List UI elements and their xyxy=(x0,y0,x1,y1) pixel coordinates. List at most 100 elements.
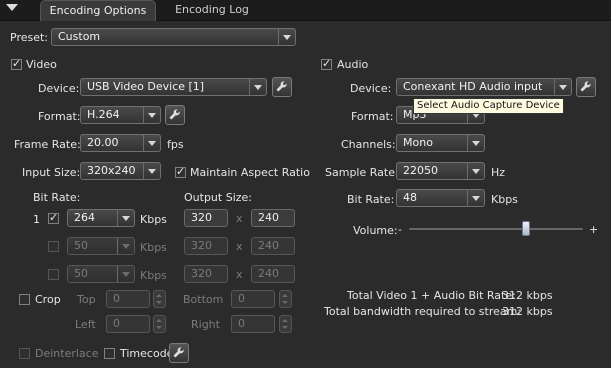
sample-rate-select[interactable]: 22050 xyxy=(396,162,485,180)
video-device-config-button[interactable] xyxy=(272,77,292,97)
stream-bitrate-select[interactable]: 264 xyxy=(67,209,135,227)
wrench-icon xyxy=(169,109,180,120)
check-icon: ✓ xyxy=(176,165,186,178)
audio-device-value: Conexant HD Audio input xyxy=(403,80,543,93)
stream-enable-checkbox[interactable] xyxy=(48,269,59,280)
chevron-down-icon xyxy=(117,210,134,226)
frame-rate-value: 20.00 xyxy=(87,136,119,149)
crop-left-label: Left xyxy=(75,318,96,331)
volume-slider-thumb[interactable] xyxy=(522,221,530,236)
stream-width-field[interactable]: 320 xyxy=(184,265,228,283)
audio-bit-rate-unit: Kbps xyxy=(491,193,518,206)
timecode-label: Timecode xyxy=(120,347,174,360)
input-size-value: 320x240 xyxy=(87,164,136,177)
sample-rate-unit: Hz xyxy=(491,166,506,179)
channels-select[interactable]: Mono xyxy=(396,134,485,152)
chevron-down-icon xyxy=(467,190,484,206)
stream-height-field[interactable]: 240 xyxy=(251,265,295,283)
video-format-config-button[interactable] xyxy=(165,105,185,125)
wrench-icon xyxy=(276,81,287,92)
output-size-header: Output Size: xyxy=(184,191,252,204)
stream-bitrate-value: 50 xyxy=(74,267,88,280)
stream-bitrate-select[interactable]: 50 xyxy=(67,237,135,255)
video-device-select[interactable]: USB Video Device [1] xyxy=(80,78,267,96)
video-device-value: USB Video Device [1] xyxy=(87,80,205,93)
video-enable-checkbox[interactable]: ✓ xyxy=(11,57,22,70)
total-bitrate-value: 312 kbps xyxy=(502,289,553,302)
preset-value: Custom xyxy=(58,30,101,43)
stream-enable-checkbox[interactable] xyxy=(48,241,59,252)
chevron-down-icon[interactable] xyxy=(6,4,18,11)
volume-plus: + xyxy=(589,223,599,236)
chevron-down-icon xyxy=(143,135,160,151)
dimension-separator: x xyxy=(236,212,243,225)
audio-device-label: Device: xyxy=(350,82,392,95)
crop-right-spinner[interactable] xyxy=(279,315,292,333)
audio-device-config-button[interactable] xyxy=(576,77,596,97)
audio-bit-rate-value: 48 xyxy=(403,191,417,204)
check-icon: ✓ xyxy=(322,57,332,70)
crop-bottom-label: Bottom xyxy=(183,293,224,306)
stream-enable-checkbox[interactable]: ✓ xyxy=(48,211,59,224)
chevron-down-icon xyxy=(249,79,266,95)
input-size-select[interactable]: 320x240 xyxy=(80,162,161,180)
bit-rate-header: Bit Rate: xyxy=(33,191,81,204)
bandwidth-value: 312 kbps xyxy=(502,305,553,318)
video-format-select[interactable]: H.264 xyxy=(80,106,161,124)
dimension-separator: x xyxy=(236,240,243,253)
frame-rate-unit: fps xyxy=(167,138,184,151)
stream-width-field[interactable]: 320 xyxy=(184,209,228,227)
dimension-separator: x xyxy=(236,268,243,281)
tab-encoding-options[interactable]: Encoding Options xyxy=(40,0,156,21)
stream-width-field[interactable]: 320 xyxy=(184,237,228,255)
timecode-config-button[interactable] xyxy=(169,343,189,363)
stream-bitrate-select[interactable]: 50 xyxy=(67,265,135,283)
check-icon: ✓ xyxy=(12,57,22,70)
crop-right-field[interactable]: 0 xyxy=(231,315,275,333)
chevron-down-icon xyxy=(554,79,571,95)
chevron-down-icon xyxy=(467,135,484,151)
deinterlace-label: Deinterlace xyxy=(35,347,99,360)
maintain-aspect-checkbox[interactable]: ✓ xyxy=(175,165,186,178)
chevron-down-icon xyxy=(117,266,134,282)
chevron-down-icon xyxy=(117,238,134,254)
stream-height-field[interactable]: 240 xyxy=(251,209,295,227)
crop-left-spinner[interactable] xyxy=(153,315,166,333)
audio-enable-checkbox[interactable]: ✓ xyxy=(321,57,332,70)
deinterlace-checkbox[interactable] xyxy=(19,348,30,359)
crop-label: Crop xyxy=(35,293,61,306)
maintain-aspect-label: Maintain Aspect Ratio xyxy=(190,166,310,179)
crop-top-spinner[interactable] xyxy=(153,290,166,308)
crop-bottom-field[interactable]: 0 xyxy=(231,290,275,308)
frame-rate-select[interactable]: 20.00 xyxy=(80,134,161,152)
audio-section-label: Audio xyxy=(337,58,369,71)
crop-top-field[interactable]: 0 xyxy=(106,290,150,308)
volume-slider-track[interactable] xyxy=(409,228,583,230)
video-format-value: H.264 xyxy=(87,108,120,121)
tab-encoding-log[interactable]: Encoding Log xyxy=(160,0,264,20)
volume-minus: - xyxy=(398,223,402,236)
audio-format-label: Format: xyxy=(351,110,394,123)
stream-bitrate-unit: Kbps xyxy=(140,241,167,254)
preset-select[interactable]: Custom xyxy=(51,28,296,46)
total-bitrate-label: Total Video 1 + Audio Bit Rate: xyxy=(347,289,516,302)
audio-bit-rate-select[interactable]: 48 xyxy=(396,189,485,207)
audio-device-select[interactable]: Conexant HD Audio input xyxy=(396,78,572,96)
chevron-down-icon xyxy=(467,163,484,179)
crop-checkbox[interactable] xyxy=(19,294,30,305)
audio-bit-rate-label: Bit Rate: xyxy=(347,193,395,206)
stream-bitrate-value: 50 xyxy=(74,239,88,252)
channels-value: Mono xyxy=(403,136,433,149)
stream-height-field[interactable]: 240 xyxy=(251,237,295,255)
crop-bottom-spinner[interactable] xyxy=(279,290,292,308)
chevron-down-icon xyxy=(143,163,160,179)
bandwidth-label: Total bandwidth required to stream: xyxy=(324,305,522,318)
video-format-label: Format: xyxy=(38,110,81,123)
crop-right-label: Right xyxy=(191,318,220,331)
timecode-checkbox[interactable] xyxy=(104,348,115,359)
video-section-label: Video xyxy=(26,58,57,71)
sample-rate-label: Sample Rate: xyxy=(325,166,399,179)
video-device-label: Device: xyxy=(38,82,80,95)
chevron-down-icon xyxy=(143,107,160,123)
crop-left-field[interactable]: 0 xyxy=(106,315,150,333)
